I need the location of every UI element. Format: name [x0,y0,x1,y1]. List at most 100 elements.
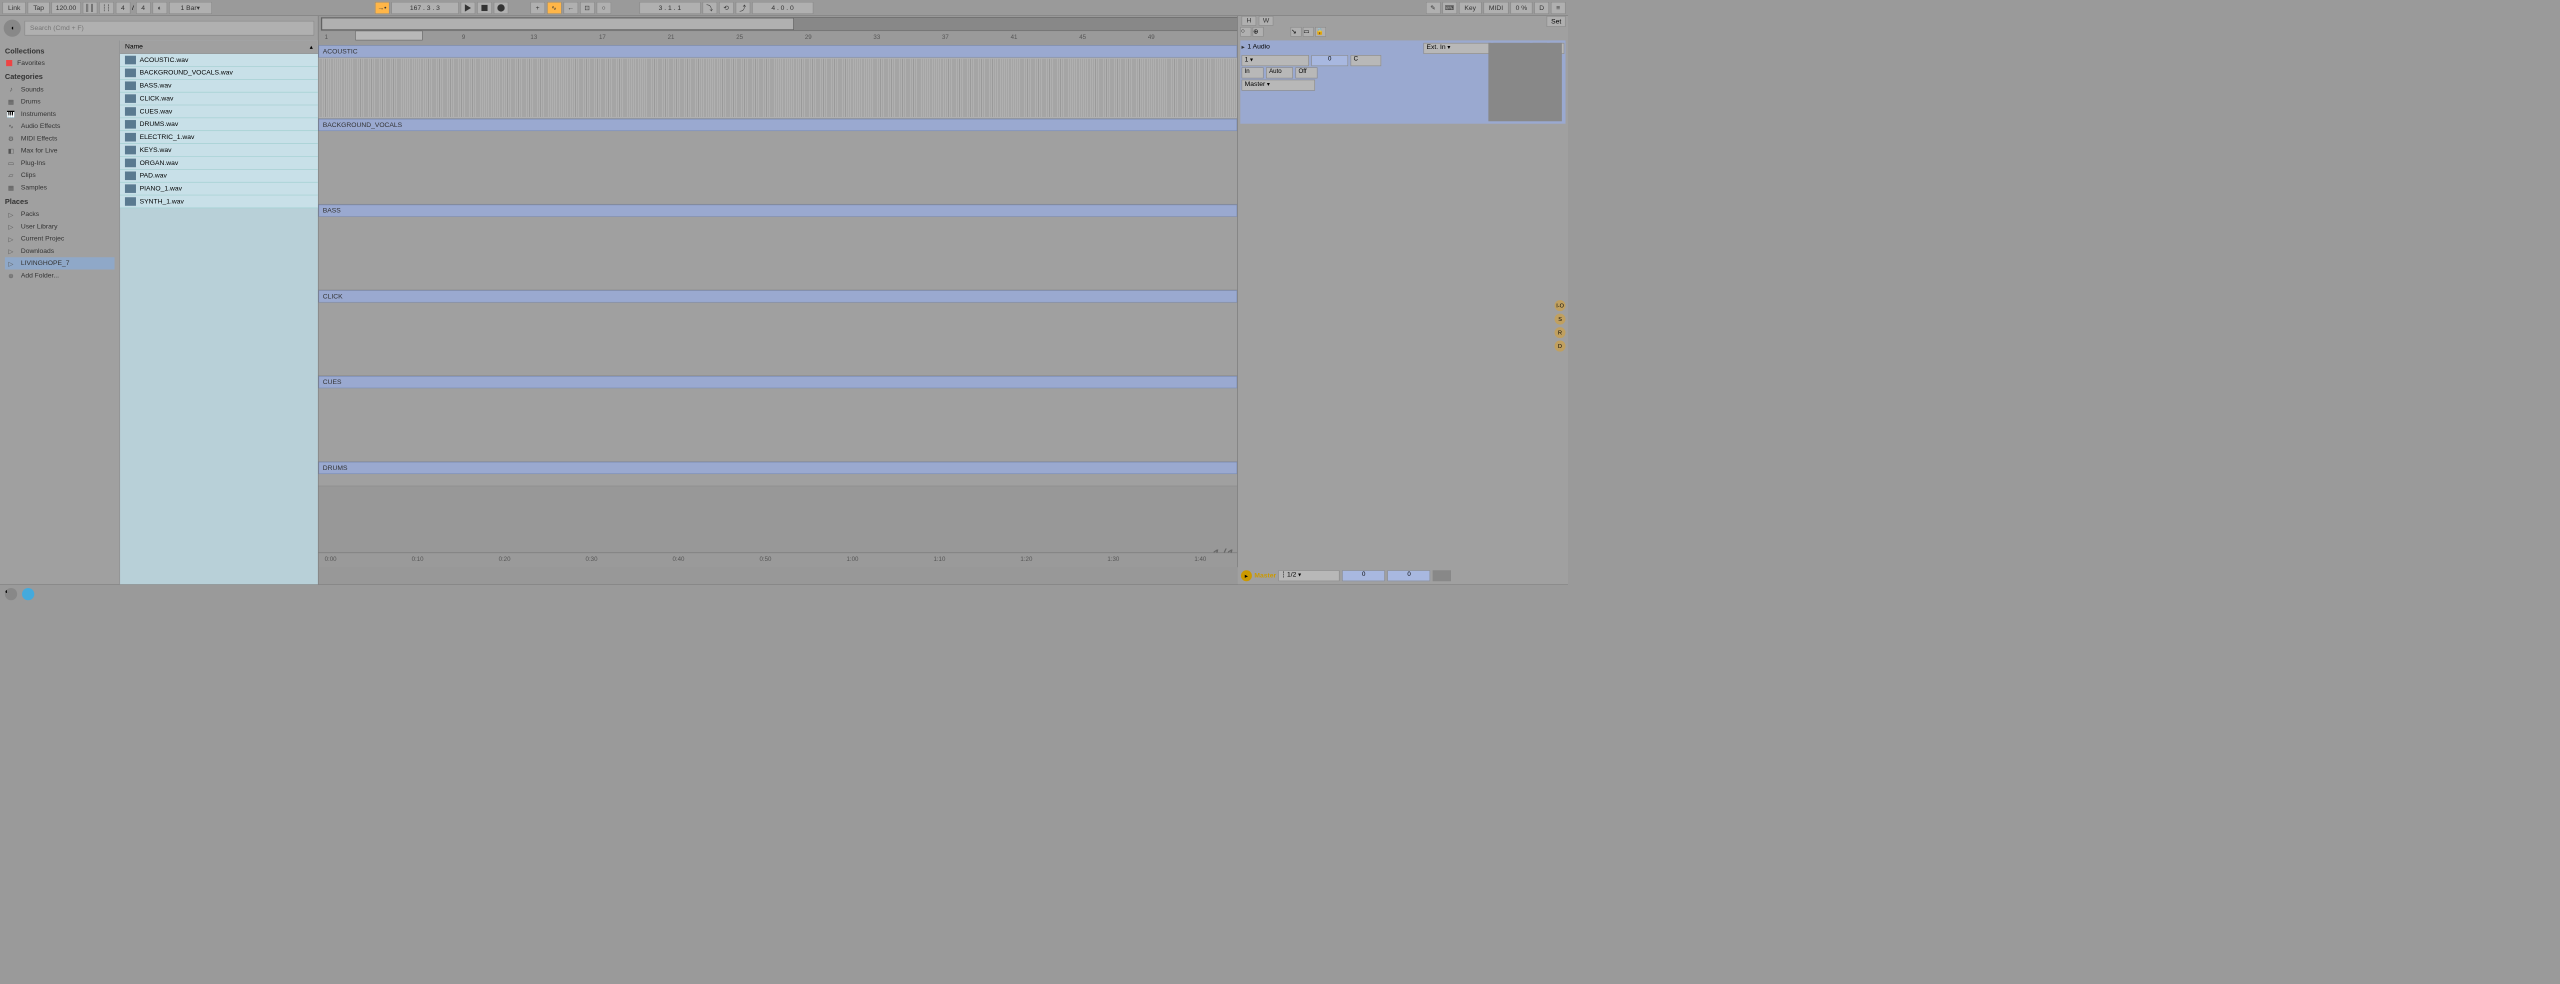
master-vol[interactable]: 0 [1342,570,1385,581]
track-header[interactable]: BACKGROUND_VOCALS [319,119,1238,131]
place-add-folder---[interactable]: ⊕Add Folder... [5,270,115,282]
file-row[interactable]: CLICK.wav [120,92,318,105]
master-grid[interactable]: ┆ 1/2 ▾ [1279,570,1340,581]
play-button[interactable] [460,2,475,14]
loop-button[interactable]: ⟲ [719,2,734,14]
category-sounds[interactable]: ♪Sounds [5,83,115,95]
category-max-for-live[interactable]: ◧Max for Live [5,145,115,157]
file-row[interactable]: ORGAN.wav [120,157,318,170]
link-button[interactable]: Link [2,2,25,14]
category-midi-effects[interactable]: ⚙MIDI Effects [5,132,115,144]
metronome-icon[interactable]: ║║ [82,2,97,14]
sig-denominator[interactable]: 4 [136,2,151,14]
pencil-icon[interactable]: ✎ [1426,2,1441,14]
keyboard-icon[interactable]: ⌨ [1442,2,1457,14]
metronome-toggle[interactable]: ◐ [152,2,167,14]
sig-numerator[interactable]: 4 [116,2,131,14]
info-icon[interactable] [22,588,34,600]
category-audio-effects[interactable]: ∿Audio Effects [5,120,115,132]
file-row[interactable]: DRUMS.wav [120,118,318,131]
track-lane[interactable] [319,303,1238,377]
capture-button[interactable]: ⊡ [580,2,595,14]
category-clips[interactable]: ▱Clips [5,169,115,181]
file-row[interactable]: PAD.wav [120,170,318,183]
punch-out-icon[interactable]: ⤴ [735,2,750,14]
category-instruments[interactable]: 🎹Instruments [5,108,115,120]
reenable-auto[interactable]: ← [563,2,578,14]
record-button[interactable] [493,2,508,14]
place-downloads[interactable]: ▷Downloads [5,245,115,257]
browser-collapse-icon[interactable]: ◖ [4,20,21,37]
midi-map-button[interactable]: MIDI [1483,2,1508,14]
track-lane[interactable] [319,474,1238,486]
follow-button[interactable]: →• [375,2,390,14]
file-row[interactable]: PIANO_1.wav [120,183,318,196]
track-lane[interactable] [319,217,1238,291]
unfold-icon[interactable]: ▭ [1303,27,1314,37]
automation-arm[interactable]: ∿ [547,2,562,14]
hw-h[interactable]: H [1242,16,1257,26]
category-plug-ins[interactable]: ▭Plug-Ins [5,157,115,169]
file-list-header[interactable]: Name▴ [120,40,318,53]
track-pan[interactable]: C [1351,55,1382,66]
file-row[interactable]: SYNTH_1.wav [120,195,318,208]
track-header[interactable]: ACOUSTIC [319,45,1238,57]
output-route[interactable]: Master ▾ [1242,80,1316,91]
overdub-button[interactable]: + [530,2,545,14]
view-toggle-I-O[interactable]: I-O [1555,300,1566,311]
place-current-projec[interactable]: ▷Current Projec [5,233,115,245]
track-lane[interactable] [319,388,1238,462]
track-header[interactable]: CUES [319,376,1238,388]
tempo-field[interactable]: 120.00 [51,2,80,14]
favorites-item[interactable]: Favorites [5,58,115,69]
track-volume[interactable]: 0 [1311,55,1348,66]
punch-in-icon[interactable]: ⤵ [702,2,717,14]
file-row[interactable]: CUES.wav [120,105,318,118]
lock-icon[interactable]: 🔒 [1315,27,1326,37]
monitor-auto[interactable]: Auto [1266,67,1293,78]
track-lane[interactable] [319,131,1238,205]
hw-w[interactable]: W [1259,16,1274,26]
loop-brace[interactable] [355,31,422,41]
menu-icon[interactable]: ≡ [1551,2,1566,14]
set-button[interactable]: Set [1547,16,1566,27]
quantize-menu[interactable]: 1 Bar ▾ [169,2,212,14]
fold-icon[interactable]: ↘ [1291,27,1302,37]
place-packs[interactable]: ▷Packs [5,208,115,220]
category-samples[interactable]: ▦Samples [5,181,115,193]
track-header[interactable]: CLICK [319,290,1238,302]
monitor-in[interactable]: In [1242,67,1264,78]
track-header[interactable]: BASS [319,205,1238,217]
input-channel[interactable]: 1 ▾ [1242,55,1309,66]
cue-icon[interactable]: ▸ [1241,570,1252,581]
view-toggle-R[interactable]: R [1555,327,1566,338]
view-toggle-D[interactable]: D [1555,341,1566,352]
tap-button[interactable]: Tap [28,2,50,14]
file-row[interactable]: BACKGROUND_VOCALS.wav [120,67,318,80]
track-lane[interactable] [319,58,1238,119]
stop-button[interactable] [477,2,492,14]
file-row[interactable]: ELECTRIC_1.wav [120,131,318,144]
master-cue[interactable]: 0 [1388,570,1431,581]
master-label[interactable]: Master [1254,572,1276,579]
monitor-off[interactable]: Off [1295,67,1317,78]
disk-overload[interactable]: D [1534,2,1549,14]
track-name[interactable]: 1 Audio [1247,43,1421,54]
file-row[interactable]: ACOUSTIC.wav [120,54,318,67]
place-livinghope--[interactable]: ▷LIVINGHOPE_7 [5,257,115,269]
key-map-button[interactable]: Key [1459,2,1482,14]
nudge-icon[interactable]: ┆┆ [99,2,114,14]
search-input[interactable] [25,21,315,36]
add-icon[interactable]: ○ [1240,27,1251,37]
category-drums[interactable]: ▦Drums [5,96,115,108]
input-type[interactable]: Ext. In ▾ [1423,43,1490,54]
loop-start[interactable]: 3 . 1 . 1 [639,2,700,14]
loop-length[interactable]: 4 . 0 . 0 [752,2,813,14]
position-display[interactable]: 167 . 3 . 3 [391,2,458,14]
view-toggle-S[interactable]: S [1555,314,1566,325]
status-icon[interactable]: ◐ [5,588,17,600]
file-row[interactable]: KEYS.wav [120,144,318,157]
place-user-library[interactable]: ▷User Library [5,221,115,233]
dup-icon[interactable]: ⊕ [1253,27,1264,37]
session-rec[interactable]: ○ [596,2,611,14]
